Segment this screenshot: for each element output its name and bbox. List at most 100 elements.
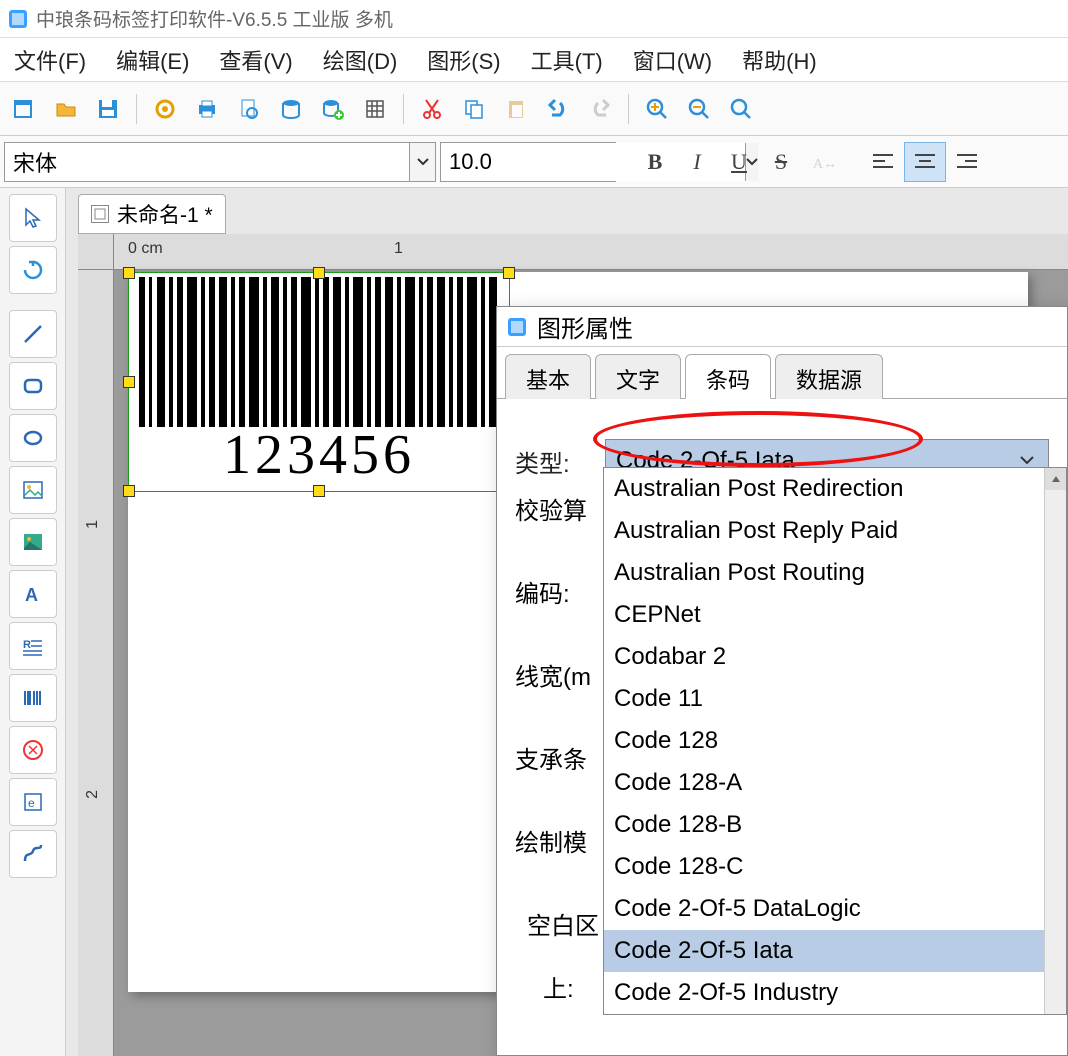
svg-text:e: e — [28, 796, 35, 810]
vertical-toolbar: A R e — [0, 188, 66, 1056]
line-tool[interactable] — [9, 310, 57, 358]
paste-button[interactable] — [498, 91, 534, 127]
underline-button[interactable]: U — [718, 142, 760, 182]
menu-draw[interactable]: 绘图(D) — [317, 40, 404, 80]
barcode-bars — [139, 277, 499, 427]
dropdown-option[interactable]: Code 2-Of-5 Iata — [604, 930, 1066, 972]
database-button[interactable] — [273, 91, 309, 127]
zoom-out-button[interactable] — [681, 91, 717, 127]
menu-view[interactable]: 查看(V) — [213, 40, 298, 80]
dialog-body: 类型: Code 2-Of-5 Iata 校验算 编码: 线宽(m 支承条 绘制… — [497, 399, 1067, 543]
dropdown-option[interactable]: Codabar 2 — [604, 636, 1066, 678]
rotate-tool[interactable] — [9, 246, 57, 294]
app-icon — [8, 9, 28, 29]
dropdown-scrollbar[interactable] — [1044, 468, 1066, 1014]
dropdown-option[interactable]: Code 2-Of-5 Industry — [604, 972, 1066, 1014]
vertical-ruler: 1 2 — [78, 270, 114, 1056]
qrcode-tool[interactable] — [9, 726, 57, 774]
tab-basic[interactable]: 基本 — [505, 354, 591, 399]
dropdown-option[interactable]: Code 128 — [604, 720, 1066, 762]
document-tab[interactable]: 未命名-1 * — [78, 194, 226, 234]
scroll-up-icon[interactable] — [1045, 468, 1066, 490]
grid-button[interactable] — [357, 91, 393, 127]
stretch-button[interactable]: A↔ — [802, 142, 844, 182]
label-drawmode: 绘制模 — [515, 823, 599, 858]
label-top: 上: — [543, 969, 599, 1004]
toolbar — [0, 82, 1068, 136]
dropdown-option[interactable]: Australian Post Reply Paid — [604, 510, 1066, 552]
round-rect-tool[interactable] — [9, 362, 57, 410]
menubar: 文件(F) 编辑(E) 查看(V) 绘图(D) 图形(S) 工具(T) 窗口(W… — [0, 38, 1068, 82]
label-bearer: 支承条 — [515, 740, 599, 775]
size-combo[interactable] — [440, 142, 616, 182]
label-type: 类型: — [515, 444, 605, 479]
dialog-titlebar[interactable]: 图形属性 — [497, 307, 1067, 347]
dialog-tabs: 基本 文字 条码 数据源 — [497, 353, 1067, 399]
tab-datasource[interactable]: 数据源 — [775, 354, 883, 399]
menu-help[interactable]: 帮助(H) — [736, 40, 823, 80]
text-tool[interactable]: A — [9, 570, 57, 618]
zoom-fit-button[interactable] — [723, 91, 759, 127]
dropdown-option[interactable]: Australian Post Routing — [604, 552, 1066, 594]
bold-button[interactable]: B — [634, 142, 676, 182]
tab-text[interactable]: 文字 — [595, 354, 681, 399]
preview-button[interactable] — [231, 91, 267, 127]
dropdown-option[interactable]: Code 128-C — [604, 846, 1066, 888]
menu-window[interactable]: 窗口(W) — [627, 40, 718, 80]
align-left-button[interactable] — [862, 142, 904, 182]
tab-barcode[interactable]: 条码 — [685, 354, 771, 399]
label-linewidth: 线宽(m — [515, 657, 599, 692]
curve-tool[interactable] — [9, 830, 57, 878]
picture-tool[interactable] — [9, 518, 57, 566]
dialog-title: 图形属性 — [537, 309, 633, 344]
align-center-button[interactable] — [904, 142, 946, 182]
settings-button[interactable] — [147, 91, 183, 127]
undo-button[interactable] — [540, 91, 576, 127]
dropdown-option[interactable]: Australian Post Redirection — [604, 468, 1066, 510]
horizontal-ruler: 0 cm 1 — [114, 234, 1068, 270]
font-input[interactable] — [5, 143, 409, 181]
dropdown-option[interactable]: Code 128-A — [604, 762, 1066, 804]
doc-tab-label: 未命名-1 * — [117, 199, 213, 229]
font-dropdown-icon[interactable] — [409, 143, 435, 181]
label-blank: 空白区 — [527, 906, 599, 941]
titlebar: 中琅条码标签打印软件-V6.5.5 工业版 多机 — [0, 0, 1068, 38]
richtext-tool[interactable]: R — [9, 622, 57, 670]
open-button[interactable] — [48, 91, 84, 127]
align-right-button[interactable] — [946, 142, 988, 182]
label-encoding: 编码: — [515, 574, 599, 609]
dropdown-option[interactable]: Code 2-Of-5 DataLogic — [604, 888, 1066, 930]
cut-button[interactable] — [414, 91, 450, 127]
menu-edit[interactable]: 编辑(E) — [110, 40, 195, 80]
zoom-in-button[interactable] — [639, 91, 675, 127]
barcode-type-dropdown[interactable]: Australian Post RedirectionAustralian Po… — [603, 467, 1067, 1015]
doc-tab-icon — [91, 205, 109, 223]
dropdown-option[interactable]: Code 128-B — [604, 804, 1066, 846]
dropdown-option[interactable]: CEPNet — [604, 594, 1066, 636]
pointer-tool[interactable] — [9, 194, 57, 242]
barcode-tool[interactable] — [9, 674, 57, 722]
print-button[interactable] — [189, 91, 225, 127]
menu-file[interactable]: 文件(F) — [8, 40, 92, 80]
strike-button[interactable]: S — [760, 142, 802, 182]
menu-tool[interactable]: 工具(T) — [525, 40, 609, 80]
barcode-text: 123456 — [129, 423, 509, 487]
properties-dialog[interactable]: 图形属性 基本 文字 条码 数据源 类型: Code 2-Of-5 Iata 校… — [496, 306, 1068, 1056]
redo-button[interactable] — [582, 91, 618, 127]
format-bar: B I U S A↔ — [0, 136, 1068, 188]
copy-button[interactable] — [456, 91, 492, 127]
save-button[interactable] — [90, 91, 126, 127]
ecode-tool[interactable]: e — [9, 778, 57, 826]
svg-text:A↔: A↔ — [813, 157, 835, 172]
database-add-button[interactable] — [315, 91, 351, 127]
image-tool[interactable] — [9, 466, 57, 514]
menu-shape[interactable]: 图形(S) — [421, 40, 506, 80]
new-button[interactable] — [6, 91, 42, 127]
italic-button[interactable]: I — [676, 142, 718, 182]
dropdown-option[interactable]: Code 11 — [604, 678, 1066, 720]
dialog-icon — [507, 317, 527, 337]
ellipse-tool[interactable] — [9, 414, 57, 462]
app-title: 中琅条码标签打印软件-V6.5.5 工业版 多机 — [36, 5, 393, 32]
barcode-object[interactable]: 123456 — [128, 272, 510, 492]
font-combo[interactable] — [4, 142, 436, 182]
